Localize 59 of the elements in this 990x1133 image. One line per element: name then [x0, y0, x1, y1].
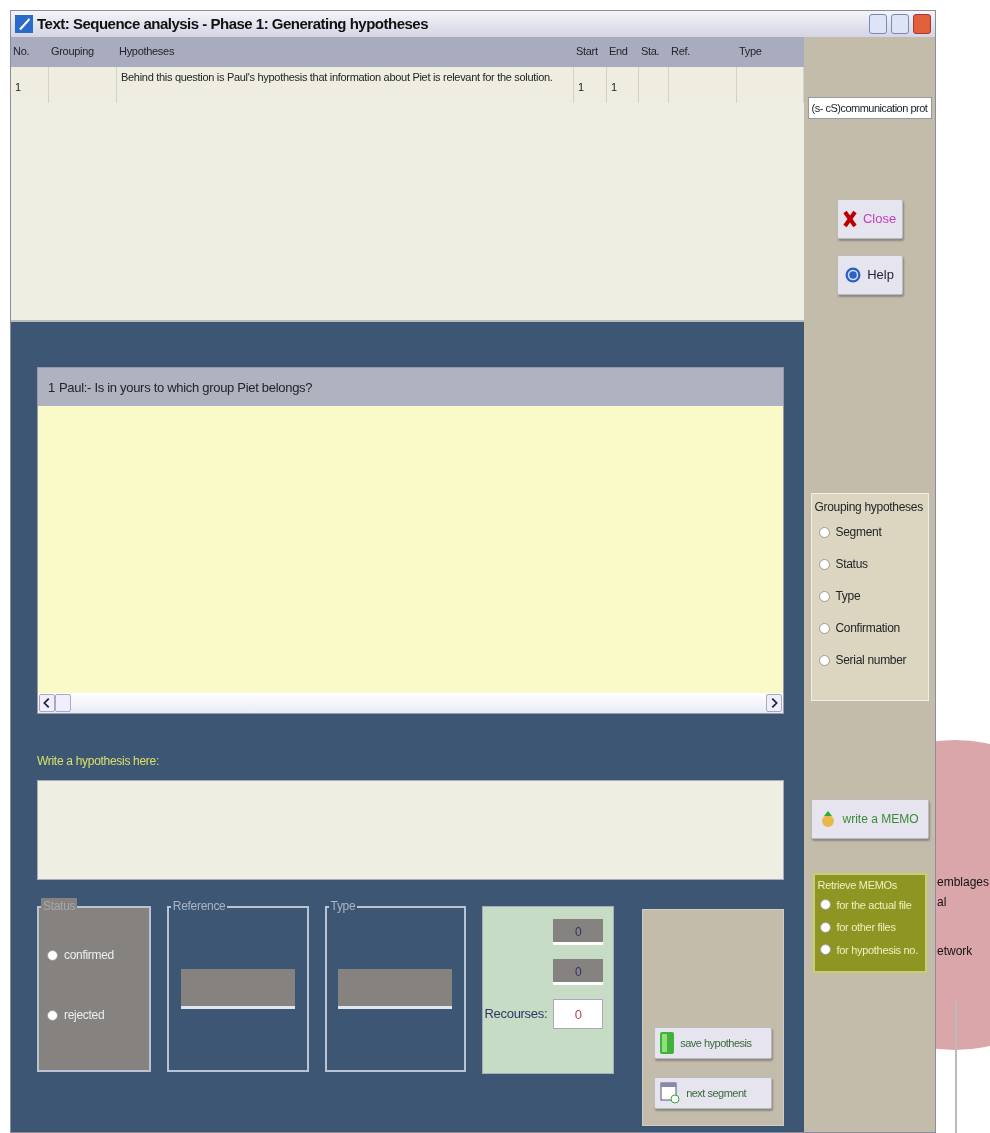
help-button[interactable]: Help — [836, 255, 903, 295]
window-title: Text: Sequence analysis - Phase 1: Generating hypotheses — [37, 13, 430, 34]
scroll-left-icon[interactable] — [39, 694, 55, 712]
input-field[interactable] — [338, 969, 453, 1009]
counter-field: 0 — [553, 959, 604, 985]
hypothesis-prompt: Write a hypothesis here: — [37, 753, 160, 770]
radio-option: rejected — [39, 998, 149, 1058]
app-icon — [15, 15, 33, 33]
column-header[interactable]: End — [607, 37, 639, 67]
radio-icon[interactable] — [818, 590, 830, 602]
close-button[interactable]: Close — [836, 199, 903, 239]
radio-option[interactable]: Serial number — [814, 644, 925, 676]
memo-icon — [820, 810, 837, 828]
background-label: etwork — [937, 943, 973, 960]
close-button[interactable] — [913, 14, 931, 34]
file-field[interactable]: (s- cS)communication prot — [807, 97, 932, 119]
horizontal-scrollbar[interactable] — [38, 693, 783, 713]
help-icon — [845, 267, 862, 283]
column-header[interactable]: Grouping — [49, 37, 117, 67]
radio-icon[interactable] — [818, 654, 830, 666]
radio-icon[interactable] — [819, 944, 831, 956]
minimize-button[interactable] — [869, 14, 887, 34]
column-header[interactable]: No. — [11, 37, 49, 67]
column-header[interactable]: Type — [737, 37, 804, 67]
column-header[interactable]: Start — [574, 37, 607, 67]
radio-icon[interactable] — [818, 558, 830, 570]
segment-text: Paul:- Is in yours to which group Piet belongs? — [58, 379, 313, 396]
scroll-right-icon[interactable] — [766, 694, 782, 712]
input-field[interactable] — [180, 969, 295, 1009]
background-label: emblages — [937, 874, 990, 891]
maximize-button[interactable] — [891, 14, 909, 34]
radio-icon[interactable] — [819, 899, 831, 911]
radio-option: confirmed — [39, 938, 149, 998]
background-label: al — [937, 894, 947, 911]
radio-option[interactable]: Type — [814, 580, 925, 612]
radio-option[interactable]: Segment — [814, 516, 925, 548]
column-header[interactable]: Ref. — [669, 37, 737, 67]
radio-icon[interactable] — [819, 921, 831, 933]
hypothesis-input[interactable] — [37, 780, 784, 880]
segment-number: 1 — [48, 379, 55, 396]
column-header[interactable]: Hypotheses — [117, 37, 574, 67]
counter-field: 0 — [553, 919, 604, 945]
radio-option[interactable]: Confirmation — [814, 612, 925, 644]
memo-button[interactable]: write a MEMO — [810, 799, 929, 839]
page-plus-icon — [660, 1082, 681, 1104]
recourses-label: Recourses: — [484, 1005, 548, 1024]
save-button[interactable]: save hypothesis — [654, 1027, 773, 1059]
x-mark-icon — [842, 210, 857, 228]
group-title: Type — [328, 898, 358, 914]
recourses-field[interactable]: 0 — [553, 999, 604, 1029]
group-title: Retrieve MEMOs — [817, 878, 899, 893]
save-icon — [660, 1032, 675, 1054]
radio-icon[interactable] — [818, 622, 830, 634]
group-title: Grouping hypotheses — [814, 499, 924, 516]
scroll-thumb[interactable] — [55, 694, 71, 712]
radio-icon[interactable] — [818, 526, 830, 538]
column-header[interactable]: Sta. — [639, 37, 669, 67]
next-button[interactable]: next segment — [654, 1077, 773, 1109]
radio-option[interactable]: Status — [814, 548, 925, 580]
